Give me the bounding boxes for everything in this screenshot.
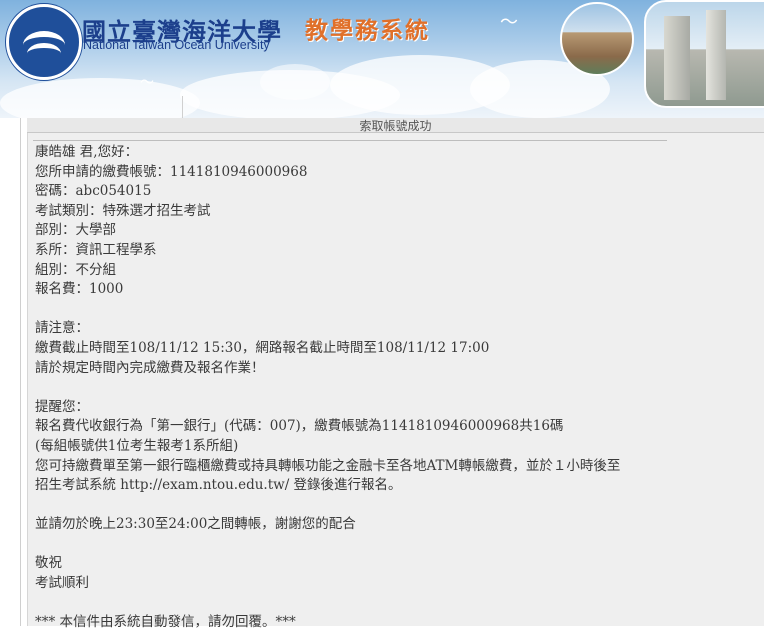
notice-heading: 請注意： (35, 320, 89, 337)
reminder-payment: 您可持繳費單至第一銀行臨櫃繳費或持具轉帳功能之金融卡至各地ATM轉帳繳費，並於１… (35, 457, 621, 474)
department: 系所：資訊工程學系 (35, 241, 157, 258)
auto-notice: *** 本信件由系統自動發信，請勿回覆。*** (35, 614, 296, 631)
system-title: 教學務系統 (305, 17, 430, 44)
closing-line-1: 敬祝 (35, 555, 62, 572)
greeting: 康皓雄 君,您好： (35, 144, 139, 160)
reminder-heading: 提醒您： (35, 398, 89, 415)
campus-gate-photo (644, 0, 764, 108)
message-divider (33, 140, 667, 141)
school-name-en: National Taiwan Ocean University (83, 38, 270, 52)
exam-type: 考試類別：特殊選才招生考試 (35, 202, 211, 219)
transfer-warning: 並請勿於晚上23:30至24:00之間轉帳，謝謝您的配合 (35, 516, 356, 533)
confirmation-letter: 康皓雄 君,您好： 您所申請的繳費帳號：1141810946000968 密碼：… (35, 143, 755, 633)
header-divider (182, 96, 183, 118)
page-title: 索取帳號成功 (359, 119, 432, 133)
group: 組別：不分組 (35, 261, 116, 278)
division: 部別：大學部 (35, 222, 116, 239)
account-number: 您所申請的繳費帳號：1141810946000968 (35, 163, 308, 180)
seagull-icon: 〜 (140, 75, 154, 91)
reminder-login: 招生考試系統 http://exam.ntou.edu.tw/ 登錄後進行報名。 (35, 477, 402, 494)
application-fee: 報名費：1000 (35, 281, 124, 298)
page-title-bar: 索取帳號成功 (27, 118, 764, 133)
banner-cloud (0, 78, 200, 118)
password: 密碼：abc054015 (35, 183, 152, 200)
left-border (20, 118, 21, 626)
reminder-bank: 報名費代收銀行為「第一銀行」(代碼：007)，繳費帳號為114181094600… (35, 418, 564, 435)
header-banner: 國立臺灣海洋大學 National Taiwan Ocean Universit… (0, 0, 764, 118)
banner-bubble (260, 64, 330, 100)
notice-complete: 請於規定時間內完成繳費及報名作業！ (35, 359, 265, 376)
reminder-per-group: (每組帳號供1位考生報考1系所組) (35, 437, 239, 454)
campus-building-photo (560, 2, 634, 76)
ntou-logo-icon[interactable] (6, 4, 82, 80)
seagull-icon: 〜 (500, 12, 518, 33)
notice-deadline: 繳費截止時間至108/11/12 15:30，網路報名截止時間至108/11/1… (35, 339, 490, 356)
closing-line-2: 考試順利 (35, 575, 89, 592)
